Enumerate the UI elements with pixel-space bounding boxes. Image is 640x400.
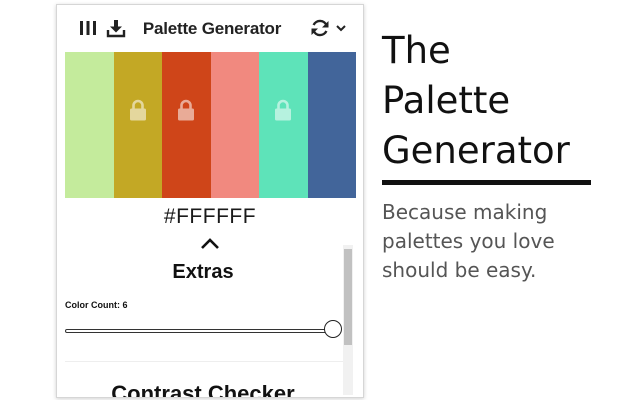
chevron-down-icon[interactable]	[334, 21, 348, 35]
section-divider	[65, 361, 343, 362]
lock-icon[interactable]	[177, 99, 195, 121]
color-count-slider[interactable]	[65, 320, 343, 344]
lock-icon[interactable]	[274, 99, 292, 121]
scrollbar-thumb[interactable]	[344, 249, 352, 345]
screenshot-stage: Palette Generator #FFFFFF Extras Color C…	[0, 0, 640, 400]
selected-hex-value: #FFFFFF	[163, 205, 257, 228]
popup-toolbar: Palette Generator	[57, 5, 363, 51]
color-swatch[interactable]	[259, 52, 308, 198]
slider-track	[65, 329, 333, 333]
promo-title-line: Palette	[382, 79, 511, 122]
extras-heading: Extras	[172, 261, 234, 283]
promo-title-line: The	[382, 29, 451, 72]
promo-subtitle: Because making palettes you love should …	[382, 198, 632, 285]
columns-icon[interactable]	[77, 17, 99, 39]
promo-subtitle-line: Because making	[382, 200, 548, 224]
promo-title: The Palette Generator	[382, 26, 632, 176]
contrast-checker-heading: Contrast Checker	[111, 381, 295, 398]
popup-title: Palette Generator	[142, 19, 282, 38]
chevron-up-icon[interactable]	[199, 236, 221, 250]
color-count-label: Color Count: 6	[65, 300, 128, 310]
color-swatch[interactable]	[162, 52, 211, 198]
promo-divider	[382, 180, 591, 185]
scrollbar[interactable]	[343, 245, 353, 395]
promo-subtitle-line: palettes you love	[382, 229, 555, 253]
promo-subtitle-line: should be easy.	[382, 258, 537, 282]
color-swatch[interactable]	[307, 52, 356, 198]
refresh-icon[interactable]	[309, 17, 331, 39]
color-swatch[interactable]	[210, 52, 259, 198]
color-swatch[interactable]	[113, 52, 162, 198]
palette-popup: Palette Generator #FFFFFF Extras Color C…	[56, 4, 364, 398]
lock-icon[interactable]	[129, 99, 147, 121]
slider-thumb[interactable]	[324, 320, 342, 338]
promo-title-line: Generator	[382, 129, 570, 172]
color-swatch[interactable]	[65, 52, 114, 198]
download-icon[interactable]	[105, 17, 127, 39]
swatch-strip	[65, 52, 356, 198]
